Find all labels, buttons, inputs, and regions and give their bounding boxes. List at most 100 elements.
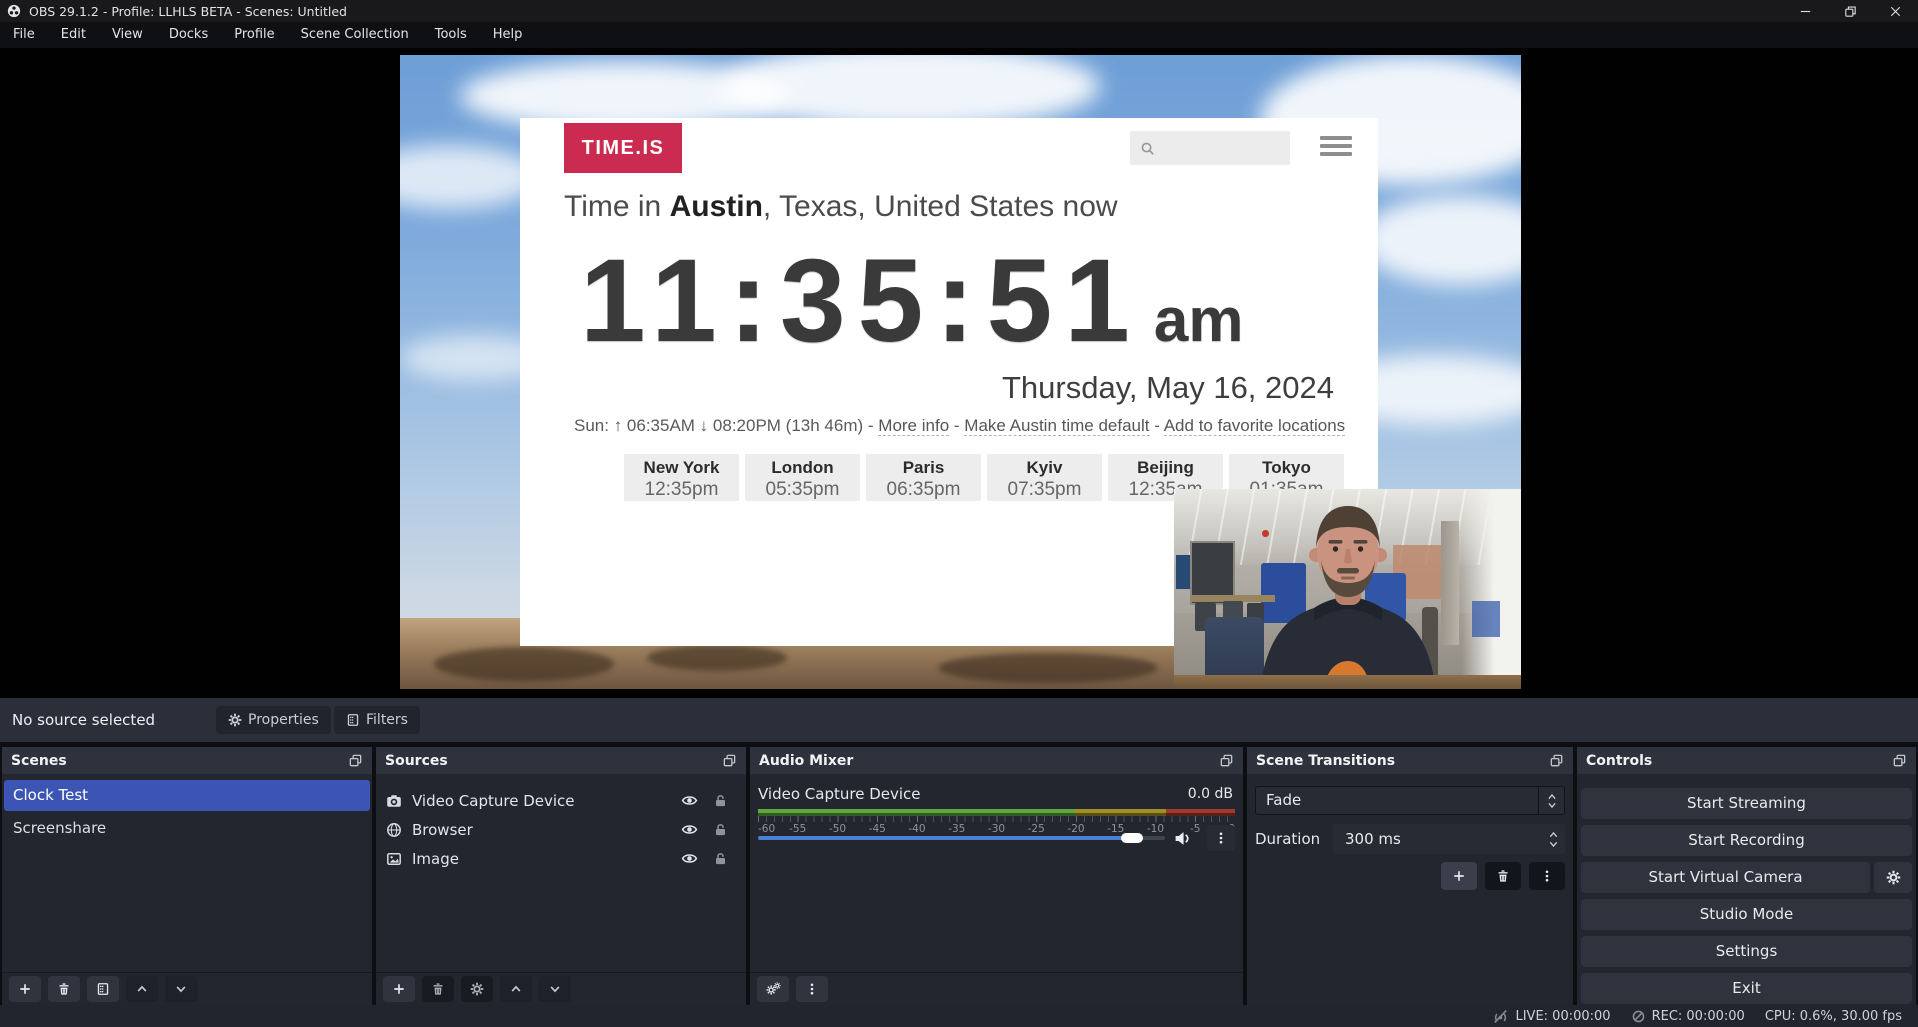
visibility-eye-icon[interactable]: [681, 792, 698, 809]
heading-suffix: , Texas, United States now: [763, 190, 1118, 223]
settings-button[interactable]: Settings: [1581, 936, 1912, 967]
titlebar: OBS 29.1.2 - Profile: LLHLS BETA - Scene…: [0, 0, 1918, 22]
tick-label: -30: [988, 823, 1005, 835]
volume-meter: -60 -55 -50 -45 -40 -35 -30 -25 -20 -15 …: [758, 809, 1235, 835]
scenes-panel-title: Scenes: [11, 753, 67, 769]
duration-spin-arrows[interactable]: [1548, 824, 1559, 854]
move-scene-up-button[interactable]: [126, 976, 158, 1002]
webcam-front-desk: [1174, 675, 1521, 689]
transition-select-arrows[interactable]: [1538, 787, 1564, 814]
scene-item-clock-test[interactable]: Clock Test: [4, 780, 370, 811]
controls-panel: Controls Start Streaming Start Recording…: [1577, 747, 1916, 1005]
mixer-menu-button[interactable]: [796, 976, 828, 1002]
remove-transition-button[interactable]: [1485, 862, 1521, 890]
move-source-down-button[interactable]: [539, 976, 571, 1002]
source-item-video-capture[interactable]: Video Capture Device: [376, 786, 746, 815]
advanced-audio-button[interactable]: [757, 976, 789, 1002]
visibility-eye-icon[interactable]: [681, 850, 698, 867]
window-controls: [1783, 0, 1918, 22]
menu-tools[interactable]: Tools: [422, 22, 480, 48]
move-source-up-button[interactable]: [500, 976, 532, 1002]
close-button[interactable]: [1873, 0, 1918, 22]
scenes-panel: Scenes Clock Test Screenshare: [2, 747, 372, 1005]
preview-zone: TIME.IS Time in Austin, Texas, United St…: [0, 48, 1918, 698]
chevron-up-icon: [1548, 831, 1559, 838]
popout-icon[interactable]: [1219, 753, 1234, 768]
visibility-eye-icon[interactable]: [681, 821, 698, 838]
add-transition-button[interactable]: [1441, 862, 1477, 890]
lock-icon[interactable]: [713, 851, 728, 866]
properties-label: Properties: [248, 712, 319, 728]
volume-slider[interactable]: [758, 836, 1165, 840]
meter-tick-labels: -60 -55 -50 -45 -40 -35 -30 -25 -20 -15 …: [758, 823, 1235, 835]
window-title: OBS 29.1.2 - Profile: LLHLS BETA - Scene…: [29, 4, 347, 19]
lock-icon[interactable]: [713, 822, 728, 837]
duration-spinbox[interactable]: 300 ms: [1333, 824, 1565, 854]
city-name: Tokyo: [1229, 458, 1344, 478]
start-streaming-button[interactable]: Start Streaming: [1581, 788, 1912, 819]
speaker-icon[interactable]: [1174, 830, 1191, 847]
audio-mixer-panel: Audio Mixer Video Capture Device 0.0 dB …: [750, 747, 1243, 1005]
dune: [434, 647, 614, 681]
sources-panel-header[interactable]: Sources: [376, 747, 746, 774]
controls-header[interactable]: Controls: [1577, 747, 1916, 774]
mixer-channel-menu-button[interactable]: [1207, 825, 1235, 851]
properties-button[interactable]: Properties: [216, 706, 331, 734]
scene-item-screenshare[interactable]: Screenshare: [4, 813, 370, 844]
add-source-button[interactable]: [383, 976, 415, 1002]
rec-timer: REC: 00:00:00: [1652, 1009, 1745, 1024]
globe-icon: [386, 822, 402, 838]
scene-filters-button[interactable]: [87, 976, 119, 1002]
transition-menu-button[interactable]: [1529, 862, 1565, 890]
volume-slider-handle[interactable]: [1121, 833, 1143, 843]
remove-source-button[interactable]: [422, 976, 454, 1002]
city-kyiv: Kyiv07:35pm: [987, 454, 1102, 501]
start-virtual-camera-button[interactable]: Start Virtual Camera: [1581, 862, 1870, 893]
timeis-logo: TIME.IS: [564, 123, 682, 173]
popout-icon[interactable]: [1892, 753, 1907, 768]
scene-transitions-header[interactable]: Scene Transitions: [1247, 747, 1573, 774]
duration-label: Duration: [1255, 824, 1320, 854]
virtual-camera-settings-button[interactable]: [1874, 862, 1912, 893]
source-status-text: No source selected: [12, 711, 155, 729]
lock-icon[interactable]: [713, 793, 728, 808]
sources-panel-title: Sources: [385, 753, 448, 769]
source-properties-button[interactable]: [461, 976, 493, 1002]
studio-mode-button[interactable]: Studio Mode: [1581, 899, 1912, 930]
filters-button[interactable]: Filters: [334, 706, 420, 734]
transition-select[interactable]: Fade: [1255, 786, 1565, 815]
audio-mixer-header[interactable]: Audio Mixer: [750, 747, 1243, 774]
menu-file[interactable]: File: [0, 22, 48, 48]
remove-scene-button[interactable]: [48, 976, 80, 1002]
menu-docks[interactable]: Docks: [156, 22, 221, 48]
source-item-image[interactable]: Image: [376, 844, 746, 873]
minimize-button[interactable]: [1783, 0, 1828, 22]
menu-profile[interactable]: Profile: [221, 22, 287, 48]
tick-label: -55: [789, 823, 806, 835]
exit-button[interactable]: Exit: [1581, 973, 1912, 1004]
tick-label: -60: [758, 823, 775, 835]
live-timer: LIVE: 00:00:00: [1515, 1009, 1610, 1024]
gear-icon: [228, 713, 242, 727]
popout-icon[interactable]: [722, 753, 737, 768]
menu-scene-collection[interactable]: Scene Collection: [288, 22, 422, 48]
restore-button[interactable]: [1828, 0, 1873, 22]
move-scene-down-button[interactable]: [165, 976, 197, 1002]
preview-canvas[interactable]: TIME.IS Time in Austin, Texas, United St…: [400, 55, 1521, 689]
scenes-panel-header[interactable]: Scenes: [2, 747, 372, 774]
start-recording-button[interactable]: Start Recording: [1581, 825, 1912, 856]
menu-edit[interactable]: Edit: [48, 22, 99, 48]
menu-help[interactable]: Help: [480, 22, 536, 48]
menu-view[interactable]: View: [99, 22, 156, 48]
heading-prefix: Time in: [564, 190, 670, 223]
source-label: Video Capture Device: [412, 792, 575, 810]
popout-icon[interactable]: [1549, 753, 1564, 768]
volume-slider-fill: [758, 836, 1132, 840]
popout-icon[interactable]: [348, 753, 363, 768]
add-scene-button[interactable]: [9, 976, 41, 1002]
city-name: London: [745, 458, 860, 478]
sources-toolbar: [376, 972, 746, 1005]
source-item-browser[interactable]: Browser: [376, 815, 746, 844]
webcam-person: [1174, 489, 1521, 689]
scene-transitions-title: Scene Transitions: [1256, 753, 1395, 769]
